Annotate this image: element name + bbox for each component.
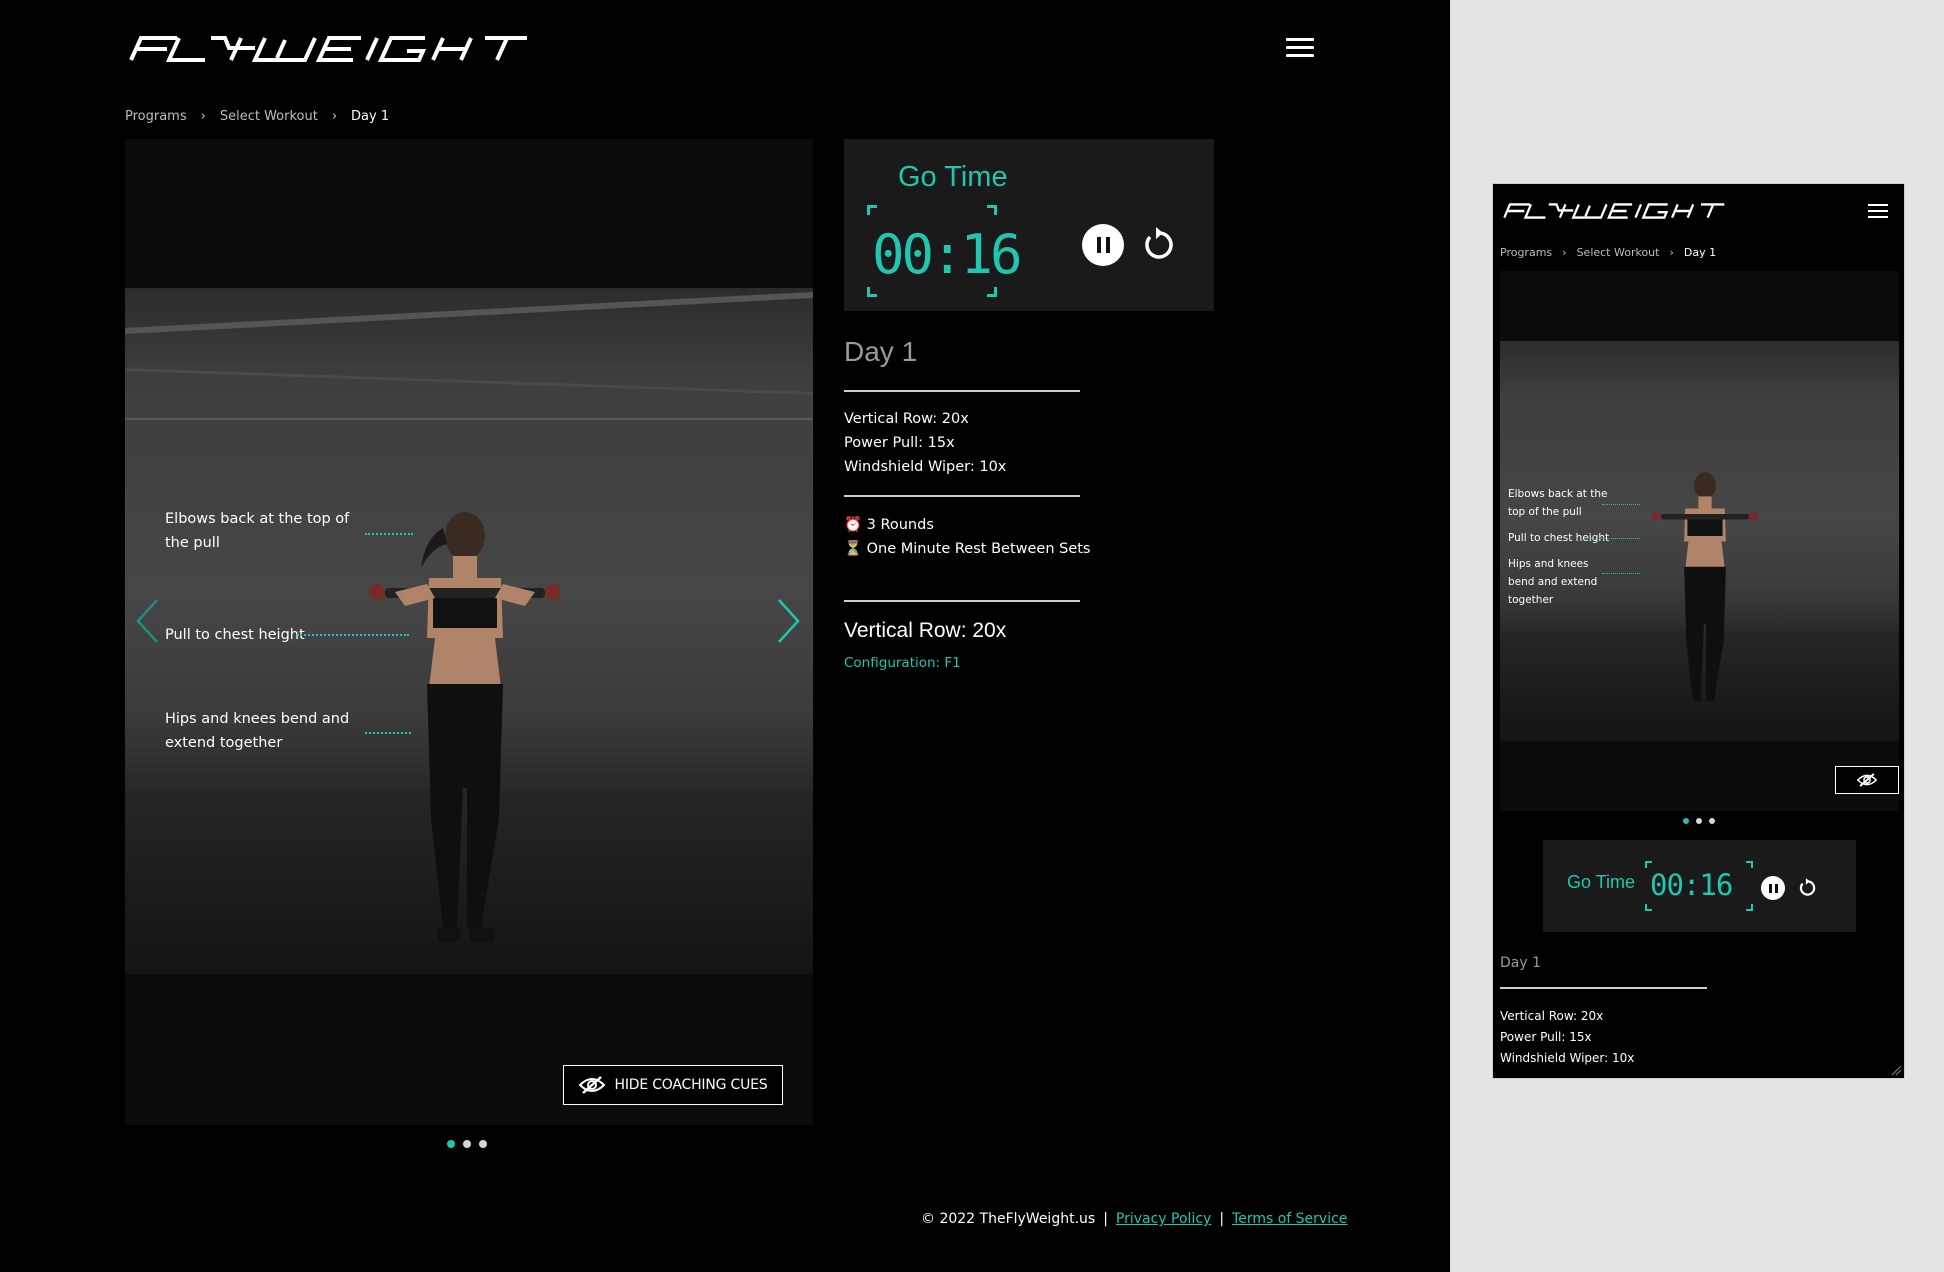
- exercise-item: Power Pull: 15x: [844, 435, 955, 451]
- mobile-preview: Programs › Select Workout › Day 1 Elbows…: [1492, 183, 1905, 1079]
- eye-slash-icon: [578, 1076, 605, 1094]
- resize-handle-icon[interactable]: [1890, 1064, 1902, 1076]
- coaching-cue-1: Elbows back at the top of the pull: [1508, 488, 1608, 518]
- alarm-clock-icon: ⏰: [844, 517, 863, 533]
- carousel-dot-2[interactable]: [1696, 818, 1702, 824]
- carousel-dot-3[interactable]: [1709, 818, 1715, 824]
- reset-timer-button[interactable]: [1138, 224, 1178, 266]
- divider: [1500, 987, 1707, 989]
- cue-connector-line: [1590, 538, 1640, 539]
- divider: [844, 390, 1080, 392]
- coaching-cue-2: Pull to chest height: [165, 627, 305, 643]
- breadcrumb-current: Day 1: [1683, 246, 1717, 259]
- flyweight-logo[interactable]: [1501, 202, 1751, 220]
- breadcrumb-programs[interactable]: Programs: [1500, 246, 1552, 259]
- carousel-pagination: [1683, 818, 1715, 824]
- athlete-figure-icon: [1652, 472, 1758, 701]
- logo-wordmark-icon: [129, 36, 527, 62]
- chevron-right-icon: ›: [331, 109, 338, 124]
- privacy-policy-link[interactable]: Privacy Policy: [1116, 1211, 1211, 1227]
- workout-timer: Go Time 00:16: [1543, 840, 1856, 932]
- exercise-media-carousel: Elbows back at the top of the pull Pull …: [125, 139, 813, 1125]
- pause-icon: [1768, 883, 1772, 893]
- divider: [844, 495, 1080, 497]
- restart-icon: [1145, 227, 1173, 259]
- breadcrumb-programs[interactable]: Programs: [125, 109, 187, 124]
- menu-hamburger-icon[interactable]: [1286, 38, 1314, 60]
- carousel-next-arrow-icon[interactable]: [775, 597, 803, 645]
- exercise-media-carousel: Elbows back at the top of the pull Pull …: [1500, 271, 1899, 811]
- terms-of-service-link[interactable]: Terms of Service: [1232, 1211, 1347, 1227]
- cue-connector-line: [365, 533, 413, 535]
- hourglass-icon: ⏳: [844, 541, 863, 557]
- breadcrumb-select-workout[interactable]: Select Workout: [220, 109, 318, 124]
- copyright-text: © 2022 TheFlyWeight.us: [921, 1211, 1096, 1227]
- workout-day-title: Day 1: [844, 336, 918, 367]
- cue-connector-line: [365, 732, 411, 734]
- workout-info: ⏰ 3 Rounds ⏳ One Minute Rest Between Set…: [844, 513, 1091, 561]
- pause-button[interactable]: [1761, 876, 1785, 900]
- pause-button[interactable]: [1082, 224, 1124, 266]
- exercise-item: Power Pull: 15x: [1500, 1030, 1592, 1044]
- current-exercise-title: Vertical Row: 20x: [844, 619, 1007, 642]
- timer-value: 00:16: [872, 223, 1023, 286]
- rest-info: ⏳ One Minute Rest Between Sets: [844, 537, 1091, 561]
- timer-value: 00:16: [1650, 868, 1733, 902]
- flyweight-logo[interactable]: FLYWEIGHT: [125, 34, 575, 64]
- coaching-cue-3: Hips and knees bend and extend together: [1508, 558, 1598, 606]
- pause-icon: [1096, 237, 1101, 253]
- exercise-item: Windshield Wiper: 10x: [844, 459, 1007, 475]
- carousel-prev-arrow-icon[interactable]: [133, 597, 161, 645]
- divider: [844, 600, 1080, 602]
- hide-coaching-cues-button[interactable]: HIDE COACHING CUES: [563, 1065, 783, 1105]
- timer-label: Go Time: [898, 161, 1008, 193]
- workout-day-title: Day 1: [1500, 955, 1542, 971]
- hide-coaching-cues-button[interactable]: [1835, 766, 1899, 794]
- desktop-view: FLYWEIGHT: [0, 0, 1450, 1272]
- breadcrumb-current: Day 1: [351, 109, 390, 124]
- exercise-item: Vertical Row: 20x: [1500, 1009, 1604, 1023]
- timer-display: 00:16: [867, 205, 1023, 297]
- chevron-right-icon: ›: [1669, 246, 1674, 259]
- carousel-dot-2[interactable]: [463, 1140, 471, 1148]
- coaching-cue-1: Elbows back at the top of the pull: [165, 511, 350, 551]
- athlete-figure-icon: [369, 512, 561, 942]
- logo-wordmark-icon: [1503, 203, 1725, 219]
- breadcrumb: Programs › Select Workout › Day 1: [1500, 246, 1716, 259]
- carousel-dot-1[interactable]: [447, 1140, 455, 1148]
- eye-slash-icon: [1857, 773, 1877, 787]
- timer-label: Go Time: [1567, 872, 1636, 892]
- carousel-dot-3[interactable]: [479, 1140, 487, 1148]
- rounds-info: ⏰ 3 Rounds: [844, 513, 1091, 537]
- exercise-configuration: Configuration: F1: [844, 655, 961, 671]
- exercise-list: Vertical Row: 20x Power Pull: 15x Windsh…: [1500, 1006, 1634, 1069]
- reset-timer-button[interactable]: [1796, 875, 1818, 901]
- carousel-pagination: [447, 1140, 487, 1148]
- cue-connector-line: [1602, 573, 1640, 574]
- hide-coaching-cues-label: HIDE COACHING CUES: [614, 1077, 768, 1093]
- breadcrumb: Programs › Select Workout › Day 1: [125, 109, 389, 124]
- exercise-list: Vertical Row: 20x Power Pull: 15x Windsh…: [844, 407, 1006, 479]
- menu-hamburger-icon[interactable]: [1868, 204, 1888, 220]
- breadcrumb-select-workout[interactable]: Select Workout: [1577, 246, 1660, 259]
- chevron-right-icon: ›: [200, 109, 206, 124]
- timer-display: 00:16: [1645, 861, 1753, 911]
- coaching-cue-3: Hips and knees bend and extend together: [165, 711, 350, 751]
- cue-connector-line: [1602, 504, 1640, 505]
- chevron-right-icon: ›: [1562, 246, 1567, 259]
- exercise-item: Windshield Wiper: 10x: [1500, 1051, 1635, 1065]
- exercise-item: Vertical Row: 20x: [844, 411, 969, 427]
- workout-timer: Go Time 00:16: [844, 139, 1214, 311]
- restart-icon: [1799, 878, 1816, 896]
- carousel-dot-1[interactable]: [1683, 818, 1689, 824]
- cue-connector-line: [297, 634, 409, 636]
- footer: © 2022 TheFlyWeight.us | Privacy Policy …: [921, 1211, 1348, 1227]
